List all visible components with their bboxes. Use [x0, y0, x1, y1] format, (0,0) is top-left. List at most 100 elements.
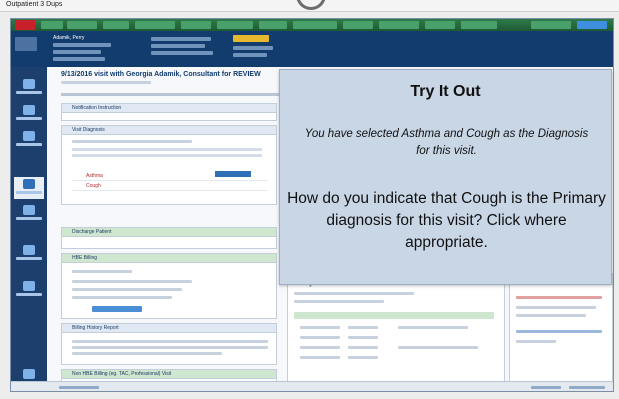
- section-title: Discharge Patient: [72, 229, 112, 235]
- sidebar-item[interactable]: [14, 103, 44, 125]
- side-info-panel: [509, 273, 613, 391]
- section-title: Visit Diagnosis: [72, 127, 105, 133]
- sidebar-item-active[interactable]: [14, 177, 44, 199]
- panel-cell: [348, 356, 378, 359]
- panel-cell: [398, 326, 468, 329]
- nav-label: [16, 293, 42, 296]
- section-notification: Notification Instruction: [61, 103, 277, 121]
- side-text-line: [516, 314, 586, 317]
- patient-photo: [15, 37, 37, 51]
- toolbar-button[interactable]: [461, 21, 497, 29]
- main-toolbar: [11, 19, 613, 31]
- nav-icon: [23, 179, 35, 189]
- epic-menu-button[interactable]: [15, 20, 35, 30]
- section-hbe-billing: HBE Billing: [61, 253, 277, 319]
- panel-subheader[interactable]: [294, 312, 494, 319]
- billing-field: [72, 280, 192, 283]
- patient-info-line: [233, 46, 273, 50]
- status-link[interactable]: [59, 386, 99, 389]
- diagnosis-name: Asthma: [86, 173, 103, 179]
- toolbar-button[interactable]: [379, 21, 419, 29]
- report-text-line: [72, 352, 222, 355]
- patient-info-line: [53, 50, 101, 54]
- toolbar-button[interactable]: [67, 21, 97, 29]
- encounter-subtitle: [61, 81, 151, 84]
- status-link[interactable]: [531, 386, 561, 389]
- nav-label: [16, 257, 42, 260]
- report-text-line: [72, 340, 268, 343]
- panel-cell: [398, 346, 478, 349]
- diagnosis-row-cough[interactable]: Cough: [72, 182, 268, 191]
- report-text-line: [72, 346, 268, 349]
- panel-cell: [348, 346, 378, 349]
- side-link-line[interactable]: [516, 330, 602, 333]
- panel-cell: [300, 346, 340, 349]
- section-title: Notification Instruction: [72, 105, 122, 111]
- toolbar-button[interactable]: [293, 21, 337, 29]
- nav-icon: [23, 205, 35, 215]
- section-billing-history: Billing History Report: [61, 323, 277, 365]
- nav-label: [16, 191, 42, 194]
- toolbar-button[interactable]: [41, 21, 63, 29]
- toolbar-button[interactable]: [425, 21, 455, 29]
- diagnosis-name: Cough: [86, 183, 101, 189]
- status-bar: [11, 381, 613, 391]
- billing-option-button[interactable]: [92, 306, 142, 312]
- patient-info-line: [151, 51, 213, 55]
- sidebar-item[interactable]: [14, 77, 44, 99]
- panel-cell: [348, 336, 378, 339]
- panel-cell: [348, 326, 378, 329]
- billing-field: [72, 270, 132, 273]
- patient-name[interactable]: Adamik, Perry: [53, 35, 84, 41]
- nav-icon: [23, 369, 35, 379]
- activity-sidebar: [11, 67, 47, 391]
- sidebar-item[interactable]: [14, 129, 44, 151]
- toolbar-button[interactable]: [259, 21, 287, 29]
- nav-label: [16, 117, 42, 120]
- section-header[interactable]: HBE Billing: [62, 254, 276, 263]
- nav-label: [16, 91, 42, 94]
- section-visit-diagnosis: Visit Diagnosis Asthma Cough: [61, 125, 277, 205]
- section-title: HBE Billing: [72, 255, 98, 261]
- side-text-line: [516, 306, 596, 309]
- section-header[interactable]: Billing History Report: [62, 324, 276, 333]
- toolbar-button[interactable]: [217, 21, 253, 29]
- toolbar-button[interactable]: [103, 21, 129, 29]
- sidebar-item[interactable]: [14, 279, 44, 301]
- activity-tabs[interactable]: [61, 93, 281, 96]
- side-alert-line: [516, 296, 602, 299]
- toolbar-button[interactable]: [531, 21, 571, 29]
- toolbar-button[interactable]: [181, 21, 211, 29]
- dialog-question: How do you indicate that Cough is the Pr…: [287, 190, 606, 251]
- allergy-alert-badge[interactable]: [233, 35, 269, 42]
- nav-icon: [23, 281, 35, 291]
- sidebar-item[interactable]: [14, 243, 44, 265]
- section-header[interactable]: Notification Instruction: [62, 104, 276, 113]
- section-header[interactable]: Visit Diagnosis: [62, 126, 276, 135]
- patient-info-line: [151, 37, 211, 41]
- primary-column-header[interactable]: [215, 171, 251, 177]
- status-link[interactable]: [569, 386, 605, 389]
- sidebar-item[interactable]: [14, 203, 44, 225]
- nav-icon: [23, 131, 35, 141]
- search-button[interactable]: [577, 21, 607, 29]
- panel-cell: [300, 336, 340, 339]
- nav-icon: [23, 105, 35, 115]
- diagnosis-column-headers: [72, 148, 262, 151]
- section-header[interactable]: Discharge Patient: [62, 228, 276, 237]
- dialog-title: Try It Out: [410, 83, 481, 100]
- panel-text-line: [294, 300, 384, 303]
- try-it-out-dialog: Try It Out You have selected Asthma and …: [279, 69, 612, 285]
- toolbar-button[interactable]: [343, 21, 373, 29]
- diagnosis-search-field[interactable]: [72, 140, 192, 143]
- billing-field: [72, 296, 172, 299]
- patient-info-line: [53, 43, 111, 47]
- section-title: Non HBE Billing (eg. TAC, Professional) …: [72, 371, 172, 377]
- screen: Outpatient 3 Dups Adamik, Perry 9/13/201…: [0, 0, 619, 399]
- section-header[interactable]: Non HBE Billing (eg. TAC, Professional) …: [62, 370, 276, 379]
- panel-text-line: [294, 292, 414, 295]
- dialog-instruction: You have selected Asthma and Cough as th…: [304, 128, 589, 157]
- patient-summary-panel: Perry Adamik: [287, 273, 505, 391]
- section-title: Billing History Report: [72, 325, 119, 331]
- toolbar-button[interactable]: [135, 21, 175, 29]
